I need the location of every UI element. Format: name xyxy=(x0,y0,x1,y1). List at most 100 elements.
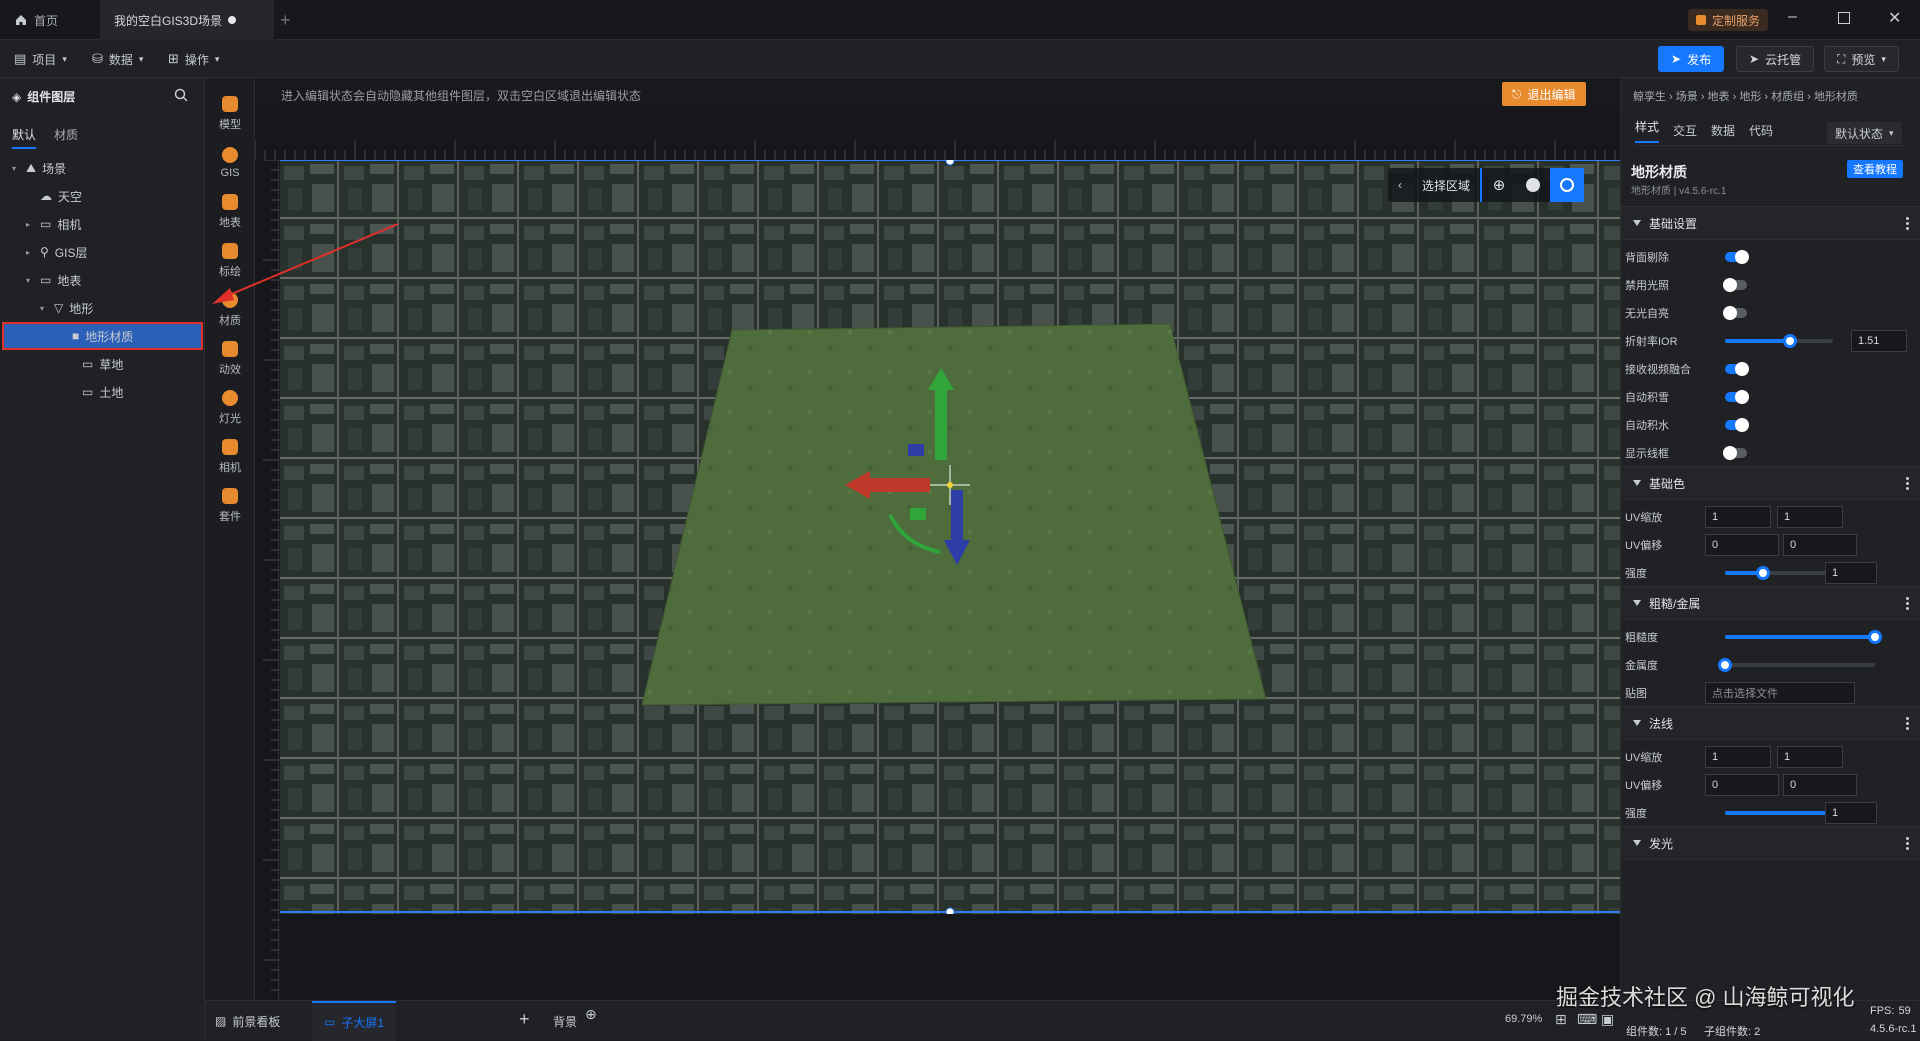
menu-data[interactable]: ⛁ 数据 ▾ xyxy=(92,40,143,78)
tool-effect[interactable]: 动效 xyxy=(205,331,255,387)
tool-light[interactable]: 灯光 xyxy=(205,380,255,436)
toggle-switch[interactable] xyxy=(1725,418,1749,432)
slider-track[interactable] xyxy=(1718,658,1875,672)
toggle-switch[interactable] xyxy=(1723,446,1747,460)
more-icon[interactable] xyxy=(1906,476,1909,490)
uv-scale-v-input[interactable]: 1 xyxy=(1777,746,1843,768)
exit-edit-button[interactable]: ⎋ 退出编辑 xyxy=(1502,82,1586,106)
caret-down-icon[interactable]: ▾ xyxy=(40,304,48,313)
section-header[interactable]: 基础色 xyxy=(1621,466,1920,500)
slider-thumb[interactable] xyxy=(1718,658,1732,672)
section-header[interactable]: 法线 xyxy=(1621,706,1920,740)
minimize-icon[interactable]: – xyxy=(1788,8,1797,26)
tree-item[interactable]: ▭ 草地 xyxy=(0,350,205,378)
maximize-icon[interactable] xyxy=(1838,12,1850,24)
texture-file-select[interactable]: 点击选择文件 xyxy=(1705,682,1855,704)
caret-down-icon[interactable] xyxy=(1633,840,1641,846)
publish-button[interactable]: ➤ 发布 xyxy=(1658,46,1725,72)
slider-thumb[interactable] xyxy=(1868,630,1882,644)
close-icon[interactable]: ✕ xyxy=(1888,8,1901,28)
caret-down-icon[interactable]: ▾ xyxy=(12,164,20,173)
tree-item[interactable]: ▾ ⛰ 场景 xyxy=(0,154,205,182)
tab-home[interactable]: 首页 xyxy=(0,0,88,40)
slider-track[interactable] xyxy=(1725,334,1833,348)
custom-service-button[interactable]: 定制服务 xyxy=(1688,9,1769,31)
zoom-level[interactable]: 69.79% xyxy=(1505,1013,1542,1025)
toggle-switch[interactable] xyxy=(1725,390,1749,404)
tool-gis[interactable]: GIS xyxy=(205,135,255,191)
caret-down-icon[interactable] xyxy=(1633,720,1641,726)
add-background-icon[interactable]: ⊕ xyxy=(585,1006,597,1023)
uv-scale-u-input[interactable]: 1 xyxy=(1705,506,1771,528)
tab-code[interactable]: 代码 xyxy=(1749,122,1773,139)
uv-scale-v-input[interactable]: 1 xyxy=(1777,506,1843,528)
tab-default[interactable]: 默认 xyxy=(12,126,37,149)
caret-down-icon[interactable] xyxy=(1633,220,1641,226)
tab-scene[interactable]: 我的空白GIS3D场景 xyxy=(100,0,274,40)
tree-item[interactable]: ▸ ▭ 相机 xyxy=(0,210,205,238)
gizmo-z-axis[interactable] xyxy=(951,490,963,540)
gizmo-plane-xz[interactable] xyxy=(908,444,924,456)
tab-style[interactable]: 样式 xyxy=(1635,118,1660,143)
toggle-switch[interactable] xyxy=(1725,250,1749,264)
add-screen-icon[interactable]: + xyxy=(519,1009,530,1030)
uv-scale-u-input[interactable]: 1 xyxy=(1705,746,1771,768)
slider-thumb[interactable] xyxy=(1782,334,1797,348)
search-icon[interactable] xyxy=(174,88,188,105)
section-header[interactable]: 粗糙/金属 xyxy=(1621,586,1920,620)
select-area-label[interactable]: 选择区域 xyxy=(1412,177,1480,194)
toggle-switch[interactable] xyxy=(1725,362,1749,376)
caret-down-icon[interactable]: ▾ xyxy=(26,276,34,285)
more-icon[interactable] xyxy=(1906,716,1909,730)
screen-tab[interactable]: ▭ 子大屏1 xyxy=(312,1001,397,1041)
scene-canvas[interactable] xyxy=(280,160,1620,914)
caret-right-icon[interactable]: ▸ xyxy=(26,248,34,257)
tool-camera[interactable]: 相机 xyxy=(205,429,255,485)
gizmo-plane-xy[interactable] xyxy=(910,508,926,520)
preview-button[interactable]: ⛶ 预览 ▾ xyxy=(1824,46,1899,72)
background-label[interactable]: 背景 xyxy=(553,1013,577,1030)
fit-icon[interactable]: ⊞ xyxy=(1555,1011,1567,1028)
intensity-input[interactable]: 1 xyxy=(1825,802,1877,824)
gizmo-center-point[interactable] xyxy=(947,482,953,488)
cloud-host-button[interactable]: ➤ 云托管 xyxy=(1736,46,1815,72)
caret-right-icon[interactable]: ▸ xyxy=(26,220,34,229)
chevron-left-icon[interactable]: ‹ xyxy=(1388,178,1412,192)
more-icon[interactable] xyxy=(1906,596,1909,610)
toggle-switch[interactable] xyxy=(1723,306,1747,320)
tab-interact[interactable]: 交互 xyxy=(1673,122,1697,139)
terminal-icon[interactable]: ▣ xyxy=(1601,1011,1614,1028)
uv-offset-v-input[interactable]: 0 xyxy=(1783,534,1857,556)
tree-item[interactable]: ☁ 天空 xyxy=(0,182,205,210)
tree-item[interactable]: ▾ ▽ 地形 xyxy=(0,294,205,322)
section-header[interactable]: 发光 xyxy=(1621,826,1920,860)
tree-item[interactable]: ▾ ▭ 地表 xyxy=(0,266,205,294)
storyboard-tab[interactable]: ▨ 前景看板 xyxy=(215,1001,280,1041)
caret-down-icon[interactable] xyxy=(1633,480,1641,486)
ior-input[interactable]: 1.51 xyxy=(1851,330,1907,352)
intensity-input[interactable]: 1 xyxy=(1825,562,1877,584)
sphere-icon[interactable] xyxy=(1516,178,1550,192)
tab-material[interactable]: 材质 xyxy=(54,126,78,149)
slider-thumb[interactable] xyxy=(1755,566,1770,580)
uv-offset-v-input[interactable]: 0 xyxy=(1783,774,1857,796)
tool-kit[interactable]: 套件 xyxy=(205,478,255,534)
uv-offset-u-input[interactable]: 0 xyxy=(1705,774,1779,796)
scene-viewport[interactable]: ‹ 选择区域 ⊕ xyxy=(280,160,1620,914)
slider-track[interactable] xyxy=(1725,566,1833,580)
slider-track[interactable] xyxy=(1725,630,1882,644)
toggle-switch[interactable] xyxy=(1723,278,1747,292)
caret-down-icon[interactable] xyxy=(1633,600,1641,606)
gizmo-x-axis[interactable] xyxy=(870,478,930,492)
resize-handle-top[interactable] xyxy=(945,160,955,166)
gizmo-y-axis[interactable] xyxy=(935,390,947,460)
more-icon[interactable] xyxy=(1906,836,1909,850)
tutorial-button[interactable]: 查看教程 xyxy=(1847,160,1903,178)
tree-item[interactable]: ▸ ⚲ GIS层 xyxy=(0,238,205,266)
section-header[interactable]: 基础设置 xyxy=(1621,206,1920,240)
tree-item[interactable]: ▭ 土地 xyxy=(0,378,205,406)
tree-item[interactable]: ■ 地形材质 xyxy=(2,322,203,350)
tab-data[interactable]: 数据 xyxy=(1711,122,1735,139)
slider-track[interactable] xyxy=(1725,806,1840,820)
orbit-icon[interactable] xyxy=(1550,168,1585,202)
